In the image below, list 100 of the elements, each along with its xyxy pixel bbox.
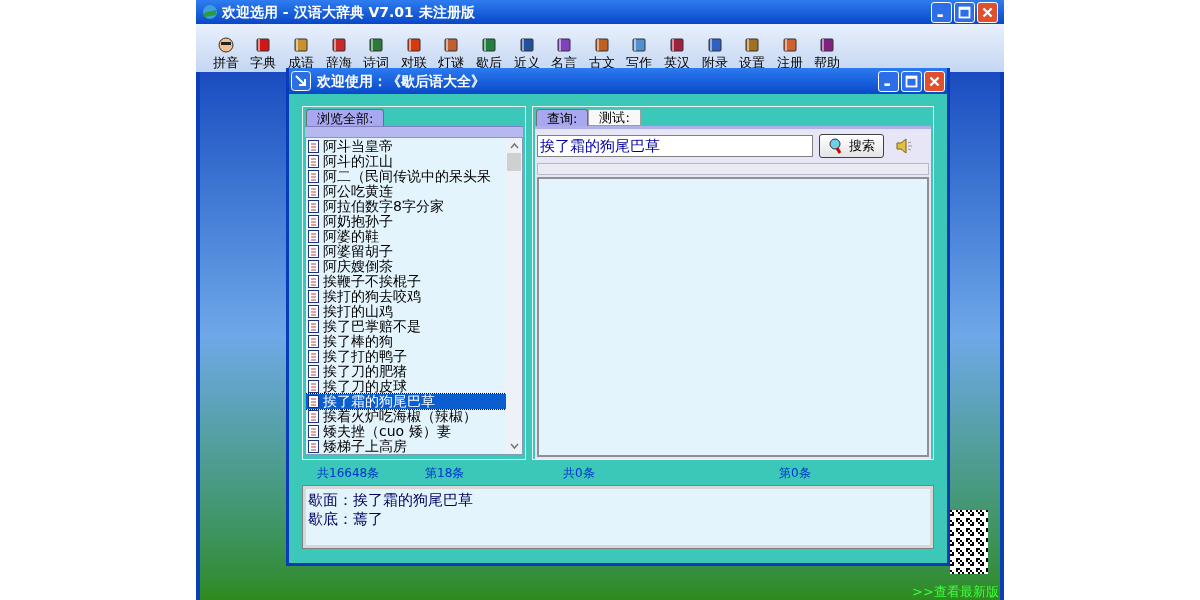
toolbar-button[interactable]: 歇后 (470, 37, 508, 71)
maximize-button[interactable] (954, 1, 975, 23)
list-item[interactable]: 挨了巴掌赔不是 (306, 319, 506, 334)
document-icon (308, 425, 319, 438)
list-item[interactable]: 阿公吃黄连 (306, 184, 506, 199)
document-icon (308, 365, 319, 378)
book-icon (593, 37, 610, 53)
close-icon (929, 75, 940, 87)
list-item[interactable]: 阿庆嫂倒茶 (306, 259, 506, 274)
toolbar-button[interactable]: 名言 (545, 37, 583, 71)
document-icon (308, 155, 319, 168)
toolbar-button[interactable]: 近义 (507, 37, 546, 71)
count-label: 共16648条 (317, 465, 380, 482)
document-icon (308, 410, 319, 423)
minimize-icon (937, 13, 943, 17)
close-button[interactable] (977, 1, 998, 23)
search-field[interactable]: 挨了霜的狗尾巴草 (537, 135, 813, 157)
search-button[interactable]: 搜索 (819, 134, 884, 158)
document-icon (308, 290, 319, 303)
list-item[interactable]: 阿婆的鞋 (306, 229, 506, 244)
maximize-icon (905, 75, 918, 87)
detail-line: 歇面：挨了霜的狗尾巴草 (308, 491, 473, 510)
toolbar-button[interactable]: 拼音 (207, 37, 245, 71)
list-item[interactable]: 挨了刀的肥猪 (306, 364, 506, 379)
document-icon (308, 275, 319, 288)
list-item[interactable]: 阿斗当皇帝 (306, 139, 506, 154)
list-item[interactable]: 挨鞭子不挨棍子 (306, 274, 506, 289)
toolbar-button[interactable]: 对联 (394, 37, 433, 71)
document-icon (308, 350, 319, 363)
toolbar-button[interactable]: 设置 (733, 37, 771, 71)
toolbar-button[interactable]: 字典 (244, 37, 283, 71)
book-icon (744, 37, 761, 53)
dialog-title: 欢迎使用：《歇后语大全》 (317, 71, 485, 91)
book-icon (556, 37, 573, 53)
book-icon (255, 37, 272, 53)
list-item[interactable]: 阿二（民间传说中的呆头呆 (306, 169, 506, 184)
count-label: 第0条 (779, 465, 811, 482)
tab[interactable]: 测试: (588, 109, 641, 125)
list-item[interactable]: 矮夫挫（cuo 矮）妻 (306, 424, 506, 439)
scroll-up-icon (509, 142, 519, 150)
document-icon (308, 170, 319, 183)
book-icon (293, 37, 309, 53)
close-button[interactable] (924, 70, 945, 92)
list-item[interactable]: 阿奶抱孙子 (306, 214, 506, 229)
detail-line: 歇底：蔫了 (308, 510, 383, 529)
document-icon (308, 320, 319, 333)
minimize-button[interactable] (878, 70, 899, 92)
document-icon (308, 215, 319, 228)
toolbar-button[interactable]: 成语 (282, 37, 320, 71)
toolbar-button[interactable]: 注册 (770, 37, 809, 71)
list-item[interactable]: 挨打的狗去咬鸡 (306, 289, 506, 304)
document-icon (308, 230, 319, 243)
document-icon (308, 335, 319, 348)
magnifier-icon (828, 138, 844, 154)
close-icon (982, 6, 993, 18)
tab[interactable]: 浏览全部: (306, 109, 385, 126)
document-icon (308, 245, 319, 258)
maximize-button[interactable] (901, 70, 922, 92)
list-item[interactable]: 阿婆留胡子 (306, 244, 506, 259)
document-icon (308, 260, 319, 273)
list-item[interactable]: 阿拉伯数字8字分家 (306, 199, 506, 214)
book-icon (819, 37, 836, 53)
book-icon (706, 37, 723, 53)
list-item[interactable]: 矮梯子上高房 (306, 439, 506, 454)
qr-code-drawing (950, 510, 988, 574)
book-icon (480, 37, 497, 53)
book-icon (631, 37, 648, 53)
document-icon (308, 395, 319, 408)
minimize-button[interactable] (931, 1, 952, 23)
book-icon (443, 37, 460, 53)
toolbar-button[interactable]: 附录 (695, 37, 734, 71)
face-icon (217, 37, 234, 53)
toolbar-button[interactable]: 古文 (582, 37, 621, 71)
book-icon (368, 37, 385, 53)
document-icon (308, 200, 319, 213)
maximize-icon (958, 6, 971, 18)
toolbar-button[interactable]: 帮助 (808, 37, 847, 71)
window-title: 欢迎选用 - 汉语大辞典 V7.01 未注册版 (222, 2, 475, 22)
toolbar-button[interactable]: 写作 (620, 37, 659, 71)
list-item[interactable]: 阿斗的江山 (306, 154, 506, 169)
list-item[interactable]: 挨着火炉吃海椒（辣椒） (306, 409, 506, 424)
minimize-icon (884, 82, 890, 86)
list-item[interactable]: 挨了刀的皮球 (306, 379, 506, 394)
scroll-down-icon (509, 442, 519, 450)
list-item[interactable]: 挨了霜的狗尾巴草 (306, 394, 506, 409)
book-icon (668, 37, 685, 53)
globe-book-icon (202, 4, 218, 20)
document-icon (308, 440, 319, 453)
list-item[interactable]: 挨打的山鸡 (306, 304, 506, 319)
toolbar-button[interactable]: 诗词 (357, 37, 395, 71)
document-icon (308, 185, 319, 198)
list-item[interactable]: 挨了打的鸭子 (306, 349, 506, 364)
document-icon (308, 140, 319, 153)
toolbar-button[interactable]: 灯谜 (432, 37, 471, 71)
scroll-thumb[interactable] (507, 153, 521, 171)
book-icon (781, 37, 798, 53)
speaker-icon[interactable] (896, 138, 914, 154)
list-item[interactable]: 挨了棒的狗 (306, 334, 506, 349)
tab[interactable]: 查询: (536, 109, 589, 126)
book-icon (518, 37, 535, 53)
